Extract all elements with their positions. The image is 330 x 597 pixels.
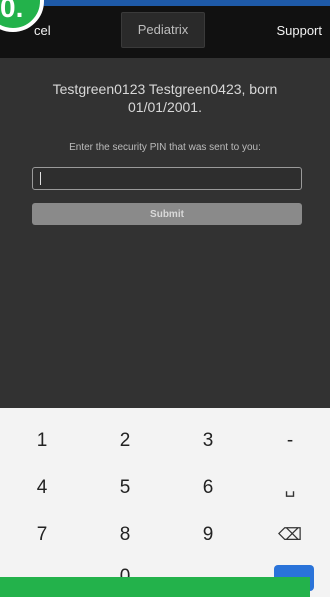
key-6[interactable]: 6 [178,471,238,505]
key-2[interactable]: 2 [95,424,155,458]
key-5[interactable]: 5 [95,471,155,505]
numeric-keypad: 1 2 3 - 4 5 6 ␣ 7 8 9 ⌫ 0 [0,408,330,597]
space-key-icon[interactable]: ␣ [260,471,320,505]
step-badge-text: 0. [0,0,24,23]
key-minus[interactable]: - [260,424,320,458]
key-4[interactable]: 4 [12,471,72,505]
bottom-green-band [0,577,310,597]
support-button[interactable]: Support [276,23,322,38]
pin-entry-screen: cel Pediatrix Support 0. Testgreen0123 T… [0,0,330,597]
space-key-glyph: ␣ [284,478,296,497]
key-3[interactable]: 3 [178,424,238,458]
key-8[interactable]: 8 [95,518,155,552]
cancel-button[interactable]: cel [34,23,51,38]
text-cursor [40,172,41,185]
key-1[interactable]: 1 [12,424,72,458]
backspace-key-icon[interactable]: ⌫ [260,518,320,552]
key-7[interactable]: 7 [12,518,72,552]
pin-prompt-label: Enter the security PIN that was sent to … [69,142,261,153]
submit-button[interactable]: Submit [32,203,302,225]
backspace-key-glyph: ⌫ [277,525,303,544]
pin-input[interactable] [32,167,302,190]
app-title: Pediatrix [121,12,205,48]
patient-info-text: Testgreen0123 Testgreen0423, born 01/01/… [52,81,278,115]
key-9[interactable]: 9 [178,518,238,552]
header-bar: cel Pediatrix Support [0,6,330,58]
